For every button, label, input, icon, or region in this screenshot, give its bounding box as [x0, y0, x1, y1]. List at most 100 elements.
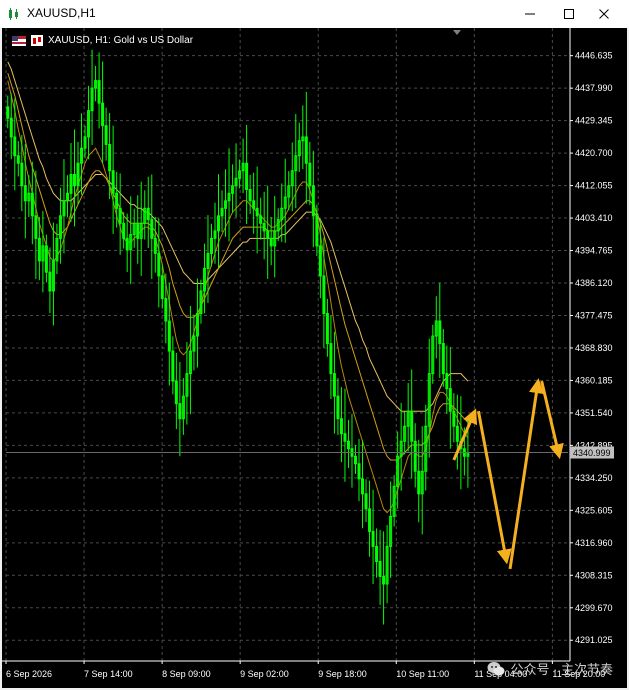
price-chart[interactable]: 4446.635 4437.990 4429.345 4420.700 4412.055…: [2, 28, 627, 688]
price-tick-label: 4437.990: [575, 83, 613, 93]
price-tick-label: 4420.700: [575, 148, 613, 158]
price-axis: 4446.635 4437.990 4429.345 4420.700 4412.055…: [569, 28, 614, 661]
candle-body: [332, 373, 336, 397]
candle-body: [455, 425, 459, 442]
candlestick-chart-icon: [9, 8, 18, 20]
candle-body: [353, 455, 357, 465]
candle-body: [322, 275, 326, 315]
current-price-label: 4340.999: [573, 448, 611, 458]
candle-body: [361, 478, 365, 495]
chart-info: XAUUSD, H1: Gold vs US Dollar: [12, 35, 193, 46]
candle-body: [336, 395, 340, 420]
title-bar[interactable]: XAUUSD,H1: [0, 0, 629, 28]
price-tick-label: 4316.960: [575, 538, 613, 548]
candle-body: [343, 433, 347, 442]
candle-body: [339, 418, 343, 435]
ma-line-ma-mid: [7, 72, 469, 461]
candle-body: [164, 297, 168, 322]
time-tick-label: 6 Sep 2026: [6, 669, 52, 679]
candle-body: [417, 470, 421, 495]
candle-body: [371, 530, 375, 547]
candle-body: [178, 403, 182, 420]
candle-body: [364, 493, 368, 510]
candle-body: [157, 252, 161, 277]
candle-body: [30, 192, 34, 217]
maximize-icon: [564, 9, 574, 19]
candle-body: [441, 343, 445, 375]
candle-body: [9, 117, 13, 138]
candle-body: [378, 560, 382, 577]
candle-body: [136, 222, 140, 239]
minimize-button[interactable]: [512, 0, 548, 28]
candle-body: [174, 380, 178, 405]
close-button[interactable]: [586, 0, 622, 28]
chart-area[interactable]: 4446.635 4437.990 4429.345 4420.700 4412.055…: [2, 28, 627, 688]
price-tick-label: 4446.635: [575, 51, 613, 61]
grid-lines: [5, 28, 568, 661]
candle-body: [104, 125, 108, 145]
price-tick-label: 4394.765: [575, 246, 613, 256]
candle-body: [452, 410, 456, 427]
candle-body: [329, 343, 333, 375]
candle-body: [16, 155, 20, 164]
ma-line-ma-slow: [7, 61, 469, 412]
price-tick-label: 4386.120: [575, 278, 613, 288]
candle-body: [6, 106, 10, 119]
price-tick-label: 4377.475: [575, 310, 613, 320]
candle-body: [97, 80, 101, 104]
chart-type-icon: [31, 35, 43, 46]
time-tick-label: 8 Sep 09:00: [162, 669, 211, 679]
price-tick-label: 4334.250: [575, 473, 613, 483]
candle-body: [125, 237, 129, 251]
projection-arrow: [540, 380, 564, 460]
candle-body: [122, 222, 126, 239]
candle-body: [72, 174, 76, 187]
flag-icon: [12, 35, 26, 46]
candle-body: [318, 245, 322, 277]
projection-arrows: [452, 378, 564, 570]
time-tick-label: 9 Sep 02:00: [240, 669, 289, 679]
candle-body: [48, 271, 52, 292]
candle-body: [153, 237, 157, 254]
maximize-button[interactable]: [551, 0, 587, 28]
minimize-icon: [525, 13, 535, 15]
candle-body: [248, 189, 252, 202]
time-tick-label: 7 Sep 14:00: [84, 669, 133, 679]
ma-line-ma-fast: [7, 80, 469, 514]
candle-body: [448, 388, 452, 412]
candle-body: [23, 185, 27, 202]
candle-body: [413, 440, 417, 472]
candle-body: [101, 102, 105, 127]
candle-body: [108, 143, 112, 172]
price-tick-label: 4412.055: [575, 181, 613, 191]
candle-body: [269, 237, 273, 247]
candle-body: [259, 215, 263, 224]
window-title: XAUUSD,H1: [27, 6, 96, 20]
candle-body: [255, 207, 259, 217]
candle-body: [266, 230, 270, 239]
candle-body: [111, 170, 115, 194]
candle-body: [167, 320, 171, 352]
candle-body: [115, 192, 119, 209]
candle-body: [20, 162, 24, 187]
price-tick-label: 4308.315: [575, 570, 613, 580]
candle-body: [304, 136, 308, 164]
candle-body: [438, 320, 442, 345]
candle-body: [325, 313, 329, 345]
candle-body: [311, 185, 315, 217]
candle-body: [410, 410, 414, 442]
price-tick-label: 4325.605: [575, 505, 613, 515]
candle-body: [375, 545, 379, 562]
price-tick-label: 4403.410: [575, 213, 613, 223]
watermark-text: 公众号 · 主次节奏: [510, 662, 613, 677]
candle-body: [146, 207, 150, 221]
projection-arrow: [476, 410, 512, 565]
candle-body: [368, 508, 372, 532]
candle-body: [308, 162, 312, 187]
shift-marker-icon[interactable]: [453, 30, 461, 35]
candle-body: [357, 463, 361, 480]
watermark: 公众号 · 主次节奏: [487, 659, 613, 678]
price-tick-label: 4291.025: [575, 635, 613, 645]
price-tick-label: 4351.540: [575, 408, 613, 418]
wechat-icon: [487, 661, 505, 675]
